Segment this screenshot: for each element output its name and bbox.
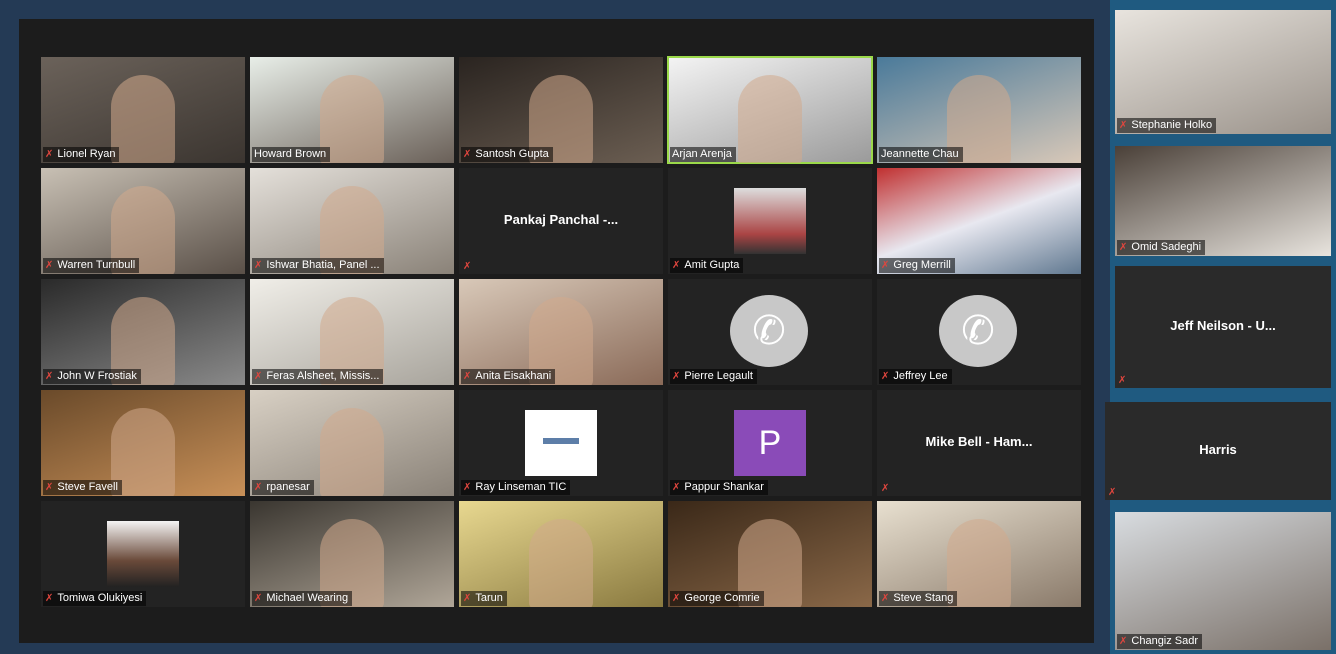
muted-mic-icon: ✗	[254, 371, 263, 382]
participant-name-label: Jeannette Chau	[879, 147, 963, 162]
participant-tile[interactable]: Jeannette Chau	[877, 57, 1081, 163]
participant-name-label: ✗ Pierre Legault	[670, 369, 757, 384]
participant-tile[interactable]: ✗ Steve Favell	[41, 390, 245, 496]
participant-tile[interactable]: ✗ Steve Stang	[877, 501, 1081, 607]
muted-mic-icon: ✗	[463, 261, 472, 272]
participant-tile[interactable]: ✗ Ray Linseman TIC	[459, 390, 663, 496]
muted-mic-icon: ✗	[1118, 375, 1127, 386]
muted-mic-icon: ✗	[45, 260, 54, 271]
participant-name-label: ✗ Changiz Sadr	[1117, 634, 1203, 649]
muted-mic-icon: ✗	[881, 483, 890, 494]
participant-tile[interactable]: ✗ Amit Gupta	[668, 168, 872, 274]
side-participant-tile[interactable]: Harris ✗	[1105, 402, 1331, 500]
participant-name-label: ✗ John W Frostiak	[43, 369, 141, 384]
participant-name-label: ✗ Warren Turnbull	[43, 258, 140, 273]
profile-picture	[734, 188, 806, 254]
muted-mic-icon: ✗	[881, 593, 890, 604]
gallery-view: ✗ Lionel Ryan Howard Brown ✗ Santosh Gupta…	[19, 19, 1094, 643]
participant-tile[interactable]: ✗ George Comrie	[668, 501, 872, 607]
participant-name-label: ✗ Ray Linseman TIC	[461, 480, 571, 495]
participant-name-label: ✗ Santosh Gupta	[461, 147, 553, 162]
muted-mic-icon: ✗	[254, 593, 263, 604]
participant-name-label: ✗ rpanesar	[252, 480, 314, 495]
participant-name-label: ✗ Michael Wearing	[252, 591, 353, 606]
muted-mic-icon: ✗	[672, 482, 681, 493]
participant-name-label: Arjan Arenja	[670, 147, 736, 162]
participant-name-label: Howard Brown	[252, 147, 331, 162]
participant-display-name: Mike Bell - Ham...	[925, 434, 1033, 449]
participant-tile[interactable]: ✗ John W Frostiak	[41, 279, 245, 385]
side-participant-tile[interactable]: ✗ Stephanie Holko	[1115, 10, 1331, 134]
participant-tile[interactable]: ✗ Feras Alsheet, Missis...	[250, 279, 454, 385]
muted-mic-icon: ✗	[672, 593, 681, 604]
muted-mic-icon: ✗	[1108, 487, 1117, 498]
participant-tile[interactable]: ✗ Tomiwa Olukiyesi	[41, 501, 245, 607]
participant-display-name: Harris	[1199, 442, 1237, 457]
participant-tile-active-speaker[interactable]: Arjan Arenja	[667, 56, 873, 164]
muted-mic-icon: ✗	[463, 482, 472, 493]
phone-icon: ✆	[730, 295, 808, 367]
participant-name-label: ✗ Anita Eisakhani	[461, 369, 556, 384]
participant-name-label: ✗ Feras Alsheet, Missis...	[252, 369, 384, 384]
participant-tile[interactable]: ✗ Tarun	[459, 501, 663, 607]
participant-display-name: Jeff Neilson - U...	[1170, 318, 1276, 333]
muted-mic-icon: ✗	[672, 260, 681, 271]
muted-mic-icon: ✗	[1119, 242, 1128, 253]
participant-tile[interactable]: ✗ Warren Turnbull	[41, 168, 245, 274]
muted-mic-icon: ✗	[254, 260, 263, 271]
participant-tile[interactable]: Howard Brown	[250, 57, 454, 163]
muted-mic-icon: ✗	[254, 482, 263, 493]
participant-name-label: ✗ Stephanie Holko	[1117, 118, 1217, 133]
participant-name-label: ✗ Ishwar Bhatia, Panel ...	[252, 258, 384, 273]
participant-tile[interactable]: ✗ rpanesar	[250, 390, 454, 496]
muted-mic-icon: ✗	[45, 482, 54, 493]
muted-mic-icon: ✗	[1119, 636, 1128, 647]
participant-name-label: ✗ Tarun	[461, 591, 507, 606]
muted-mic-icon: ✗	[45, 593, 54, 604]
participant-name-label: ✗ Greg Merrill	[879, 258, 955, 273]
participant-name-label: ✗ Omid Sadeghi	[1117, 240, 1206, 255]
participant-tile[interactable]: ✗ Lionel Ryan	[41, 57, 245, 163]
participant-tile[interactable]: ✗ Greg Merrill	[877, 168, 1081, 274]
participant-name-label: ✗ George Comrie	[670, 591, 764, 606]
participant-tile[interactable]: ✗ Santosh Gupta	[459, 57, 663, 163]
muted-mic-icon: ✗	[463, 149, 472, 160]
participant-name-label: ✗ Tomiwa Olukiyesi	[43, 591, 147, 606]
participant-video	[529, 519, 593, 607]
participant-tile[interactable]: P ✗ Pappur Shankar	[668, 390, 872, 496]
participant-tile[interactable]: Mike Bell - Ham... ✗	[877, 390, 1081, 496]
organization-logo	[525, 410, 597, 476]
participant-tile[interactable]: ✗ Ishwar Bhatia, Panel ...	[250, 168, 454, 274]
participant-display-name: Pankaj Panchal -...	[503, 212, 619, 227]
side-participant-tile[interactable]: ✗ Changiz Sadr	[1115, 512, 1331, 650]
participant-tile[interactable]: ✗ Michael Wearing	[250, 501, 454, 607]
muted-mic-icon: ✗	[881, 260, 890, 271]
muted-phone-icon: ✗	[881, 371, 890, 382]
participant-name-label: ✗ Amit Gupta	[670, 258, 744, 273]
participant-name-label: ✗ Jeffrey Lee	[879, 369, 952, 384]
muted-mic-icon: ✗	[45, 371, 54, 382]
muted-mic-icon: ✗	[45, 149, 54, 160]
participant-name-label: ✗ Pappur Shankar	[670, 480, 768, 495]
participant-tile[interactable]: ✆ ✗ Jeffrey Lee	[877, 279, 1081, 385]
participant-video	[111, 75, 175, 163]
participant-tile[interactable]: Pankaj Panchal -... ✗	[459, 168, 663, 274]
muted-phone-icon: ✗	[672, 371, 681, 382]
side-participant-tile[interactable]: ✗ Omid Sadeghi	[1115, 146, 1331, 256]
participant-video	[738, 75, 802, 163]
side-participant-tile[interactable]: Jeff Neilson - U... ✗	[1115, 266, 1331, 388]
participant-tile[interactable]: ✆ ✗ Pierre Legault	[668, 279, 872, 385]
participant-name-label: ✗ Lionel Ryan	[43, 147, 120, 162]
participant-tile[interactable]: ✗ Anita Eisakhani	[459, 279, 663, 385]
profile-picture	[107, 521, 179, 587]
meeting-stage: ✗ Lionel Ryan Howard Brown ✗ Santosh Gupta…	[0, 0, 1110, 654]
muted-mic-icon: ✗	[463, 593, 472, 604]
participant-video	[320, 408, 384, 496]
muted-mic-icon: ✗	[463, 371, 472, 382]
participant-name-label: ✗ Steve Favell	[43, 480, 122, 495]
muted-mic-icon: ✗	[1119, 120, 1128, 131]
phone-icon: ✆	[939, 295, 1017, 367]
participant-name-label: ✗ Steve Stang	[879, 591, 958, 606]
avatar-initial: P	[734, 410, 806, 476]
